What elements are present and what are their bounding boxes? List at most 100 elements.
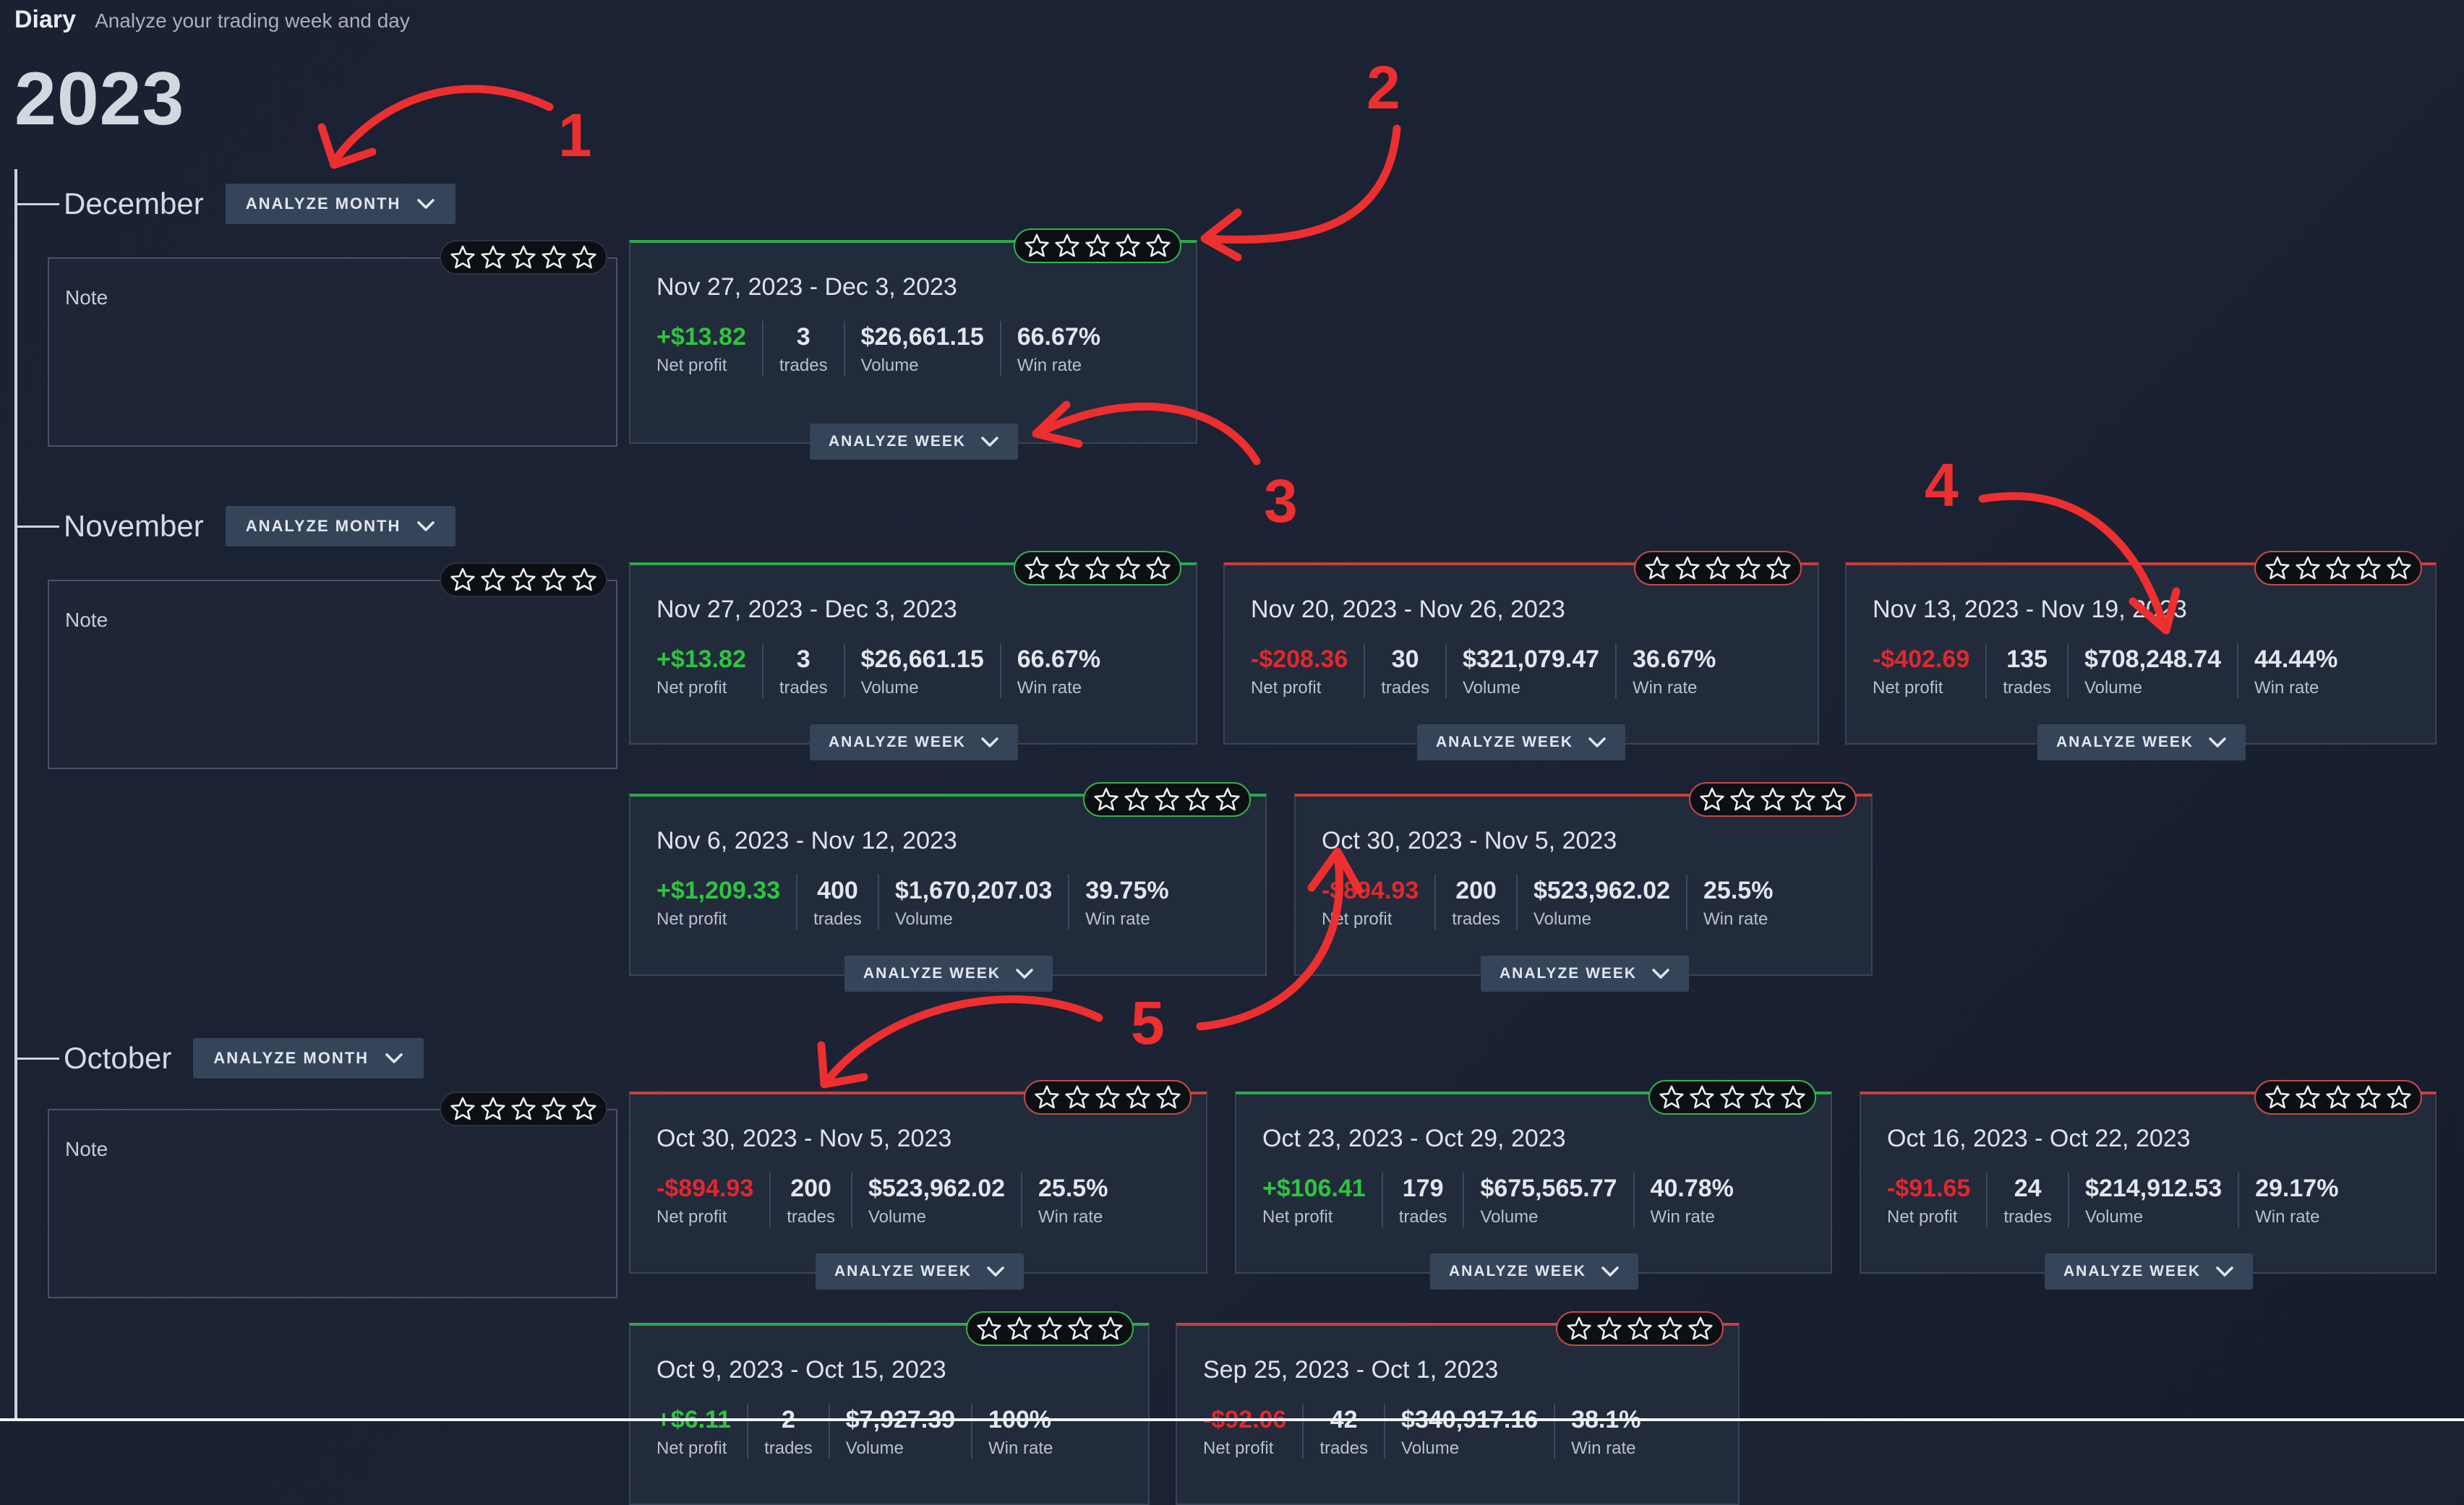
star-outline-icon[interactable] (1023, 232, 1051, 260)
star-outline-icon[interactable] (1184, 786, 1211, 813)
week-rating[interactable] (1083, 782, 1251, 817)
star-outline-icon[interactable] (570, 244, 598, 271)
star-outline-icon[interactable] (449, 244, 476, 271)
star-outline-icon[interactable] (510, 566, 537, 593)
month-note-october[interactable]: Note (48, 1109, 617, 1298)
star-outline-icon[interactable] (1704, 554, 1732, 582)
analyze-week-button[interactable]: ANALYZE WEEK (1430, 1253, 1639, 1290)
star-outline-icon[interactable] (1658, 1084, 1685, 1111)
star-outline-icon[interactable] (2324, 554, 2352, 582)
week-rating[interactable] (1024, 1080, 1192, 1115)
month-rating-december[interactable] (440, 240, 607, 275)
analyze-week-button[interactable]: ANALYZE WEEK (2045, 1253, 2254, 1290)
star-outline-icon[interactable] (540, 1095, 568, 1123)
analyze-week-button[interactable]: ANALYZE WEEK (816, 1253, 1024, 1290)
star-outline-icon[interactable] (540, 566, 568, 593)
star-outline-icon[interactable] (1064, 1084, 1091, 1111)
analyze-week-button[interactable]: ANALYZE WEEK (810, 424, 1019, 460)
week-rating[interactable] (1648, 1080, 1816, 1115)
star-outline-icon[interactable] (1053, 554, 1081, 582)
week-rating[interactable] (1689, 782, 1857, 817)
star-outline-icon[interactable] (1820, 786, 1847, 813)
star-outline-icon[interactable] (1749, 1084, 1776, 1111)
star-outline-icon[interactable] (1023, 554, 1051, 582)
star-outline-icon[interactable] (1698, 786, 1726, 813)
star-outline-icon[interactable] (1596, 1315, 1623, 1342)
month-note-november[interactable]: Note (48, 580, 617, 769)
week-rating[interactable] (2254, 1080, 2422, 1115)
star-outline-icon[interactable] (1729, 786, 1756, 813)
star-outline-icon[interactable] (449, 566, 476, 593)
analyze-week-button[interactable]: ANALYZE WEEK (2037, 724, 2246, 760)
star-outline-icon[interactable] (479, 566, 507, 593)
week-rating[interactable] (966, 1311, 1134, 1346)
star-outline-icon[interactable] (1094, 1084, 1121, 1111)
analyze-week-button[interactable]: ANALYZE WEEK (1417, 724, 1626, 760)
star-outline-icon[interactable] (570, 1095, 598, 1123)
star-outline-icon[interactable] (2385, 1084, 2413, 1111)
star-outline-icon[interactable] (2294, 1084, 2322, 1111)
star-outline-icon[interactable] (2264, 554, 2291, 582)
star-outline-icon[interactable] (1656, 1315, 1684, 1342)
star-outline-icon[interactable] (1145, 232, 1172, 260)
star-outline-icon[interactable] (2264, 1084, 2291, 1111)
star-outline-icon[interactable] (449, 1095, 476, 1123)
star-outline-icon[interactable] (1114, 232, 1142, 260)
star-outline-icon[interactable] (975, 1315, 1003, 1342)
note-placeholder: Note (65, 286, 108, 309)
star-outline-icon[interactable] (1765, 554, 1792, 582)
star-outline-icon[interactable] (2355, 554, 2382, 582)
star-outline-icon[interactable] (2294, 554, 2322, 582)
star-outline-icon[interactable] (1789, 786, 1817, 813)
month-rating-november[interactable] (440, 562, 607, 597)
star-outline-icon[interactable] (1779, 1084, 1807, 1111)
analyze-month-button[interactable]: ANALYZE MONTH (193, 1038, 424, 1079)
star-outline-icon[interactable] (1626, 1315, 1654, 1342)
star-outline-icon[interactable] (1719, 1084, 1746, 1111)
star-outline-icon[interactable] (1114, 554, 1142, 582)
star-outline-icon[interactable] (1145, 554, 1172, 582)
star-outline-icon[interactable] (1688, 1084, 1716, 1111)
star-outline-icon[interactable] (540, 244, 568, 271)
star-outline-icon[interactable] (1153, 786, 1181, 813)
star-outline-icon[interactable] (1006, 1315, 1033, 1342)
star-outline-icon[interactable] (570, 566, 598, 593)
week-rating[interactable] (1634, 551, 1802, 586)
analyze-week-button[interactable]: ANALYZE WEEK (810, 724, 1019, 760)
week-rating[interactable] (1556, 1311, 1724, 1346)
month-rating-october[interactable] (440, 1092, 607, 1126)
star-outline-icon[interactable] (1565, 1315, 1593, 1342)
analyze-week-button[interactable]: ANALYZE WEEK (844, 956, 1053, 992)
star-outline-icon[interactable] (1734, 554, 1762, 582)
star-outline-icon[interactable] (1643, 554, 1671, 582)
month-note-december[interactable]: Note (48, 257, 617, 447)
week-rating[interactable] (1014, 551, 1181, 586)
star-outline-icon[interactable] (1155, 1084, 1182, 1111)
star-outline-icon[interactable] (1123, 786, 1150, 813)
star-outline-icon[interactable] (1084, 232, 1111, 260)
week-rating[interactable] (1014, 228, 1181, 263)
star-outline-icon[interactable] (1066, 1315, 1094, 1342)
analyze-month-button[interactable]: ANALYZE MONTH (225, 506, 456, 546)
star-outline-icon[interactable] (1084, 554, 1111, 582)
analyze-week-button[interactable]: ANALYZE WEEK (1481, 956, 1690, 992)
star-outline-icon[interactable] (2385, 554, 2413, 582)
star-outline-icon[interactable] (1124, 1084, 1152, 1111)
star-outline-icon[interactable] (1674, 554, 1701, 582)
week-rating[interactable] (2254, 551, 2422, 586)
analyze-month-button[interactable]: ANALYZE MONTH (225, 184, 456, 224)
star-outline-icon[interactable] (1033, 1084, 1061, 1111)
star-outline-icon[interactable] (479, 244, 507, 271)
star-outline-icon[interactable] (510, 244, 537, 271)
star-outline-icon[interactable] (2324, 1084, 2352, 1111)
star-outline-icon[interactable] (1092, 786, 1120, 813)
star-outline-icon[interactable] (1214, 786, 1241, 813)
star-outline-icon[interactable] (1687, 1315, 1714, 1342)
star-outline-icon[interactable] (479, 1095, 507, 1123)
star-outline-icon[interactable] (510, 1095, 537, 1123)
star-outline-icon[interactable] (1036, 1315, 1064, 1342)
star-outline-icon[interactable] (1097, 1315, 1124, 1342)
star-outline-icon[interactable] (1053, 232, 1081, 260)
star-outline-icon[interactable] (1759, 786, 1787, 813)
star-outline-icon[interactable] (2355, 1084, 2382, 1111)
